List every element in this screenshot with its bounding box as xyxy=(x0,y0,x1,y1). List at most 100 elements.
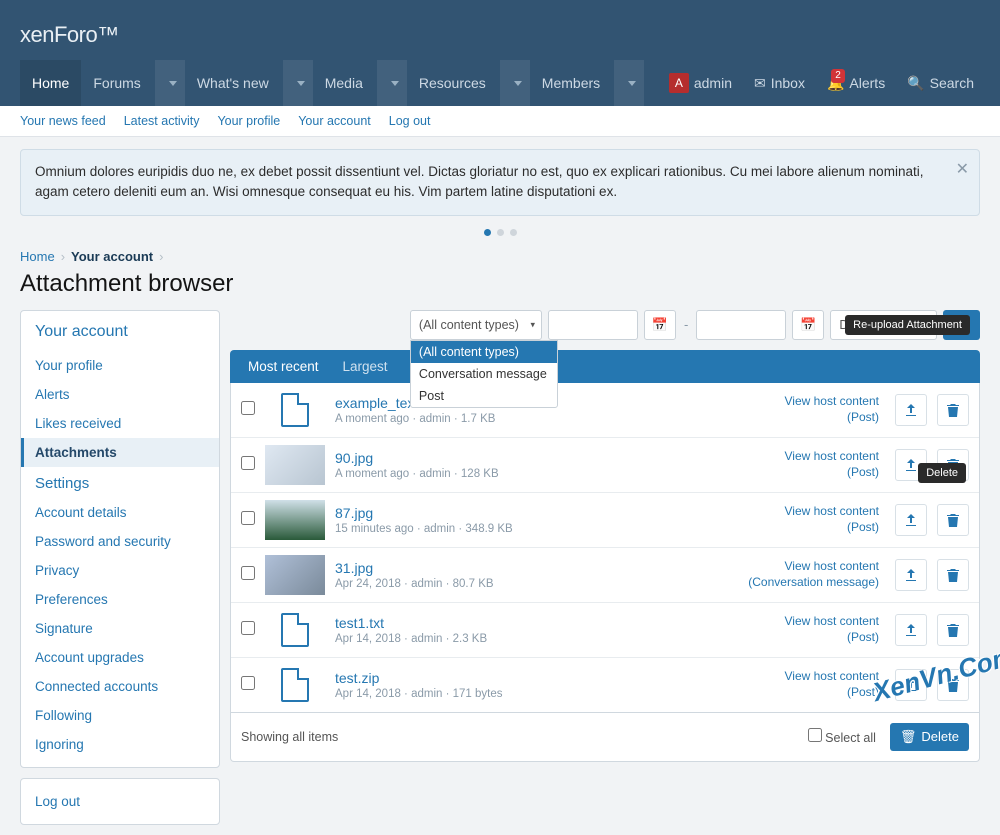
subnav-account[interactable]: Your account xyxy=(298,114,371,128)
image-thumb[interactable] xyxy=(265,445,325,485)
sidebar-ignoring[interactable]: Ignoring xyxy=(21,730,219,759)
sidebar-likes[interactable]: Likes received xyxy=(21,409,219,438)
nav-whatsnew[interactable]: What's new xyxy=(185,60,281,106)
subnav-activity[interactable]: Latest activity xyxy=(124,114,200,128)
delete-row-button[interactable] xyxy=(937,614,969,646)
file-name[interactable]: 31.jpg xyxy=(335,560,373,576)
row-checkbox[interactable] xyxy=(241,676,255,690)
nav-resources-dd[interactable] xyxy=(500,60,530,106)
sidebar-logout[interactable]: Log out xyxy=(21,787,219,816)
reupload-button[interactable] xyxy=(895,614,927,646)
view-host-link[interactable]: View host content xyxy=(784,614,879,628)
nav-whatsnew-dd[interactable] xyxy=(283,60,313,106)
sidebar-profile[interactable]: Your profile xyxy=(21,351,219,380)
nav-forums[interactable]: Forums xyxy=(81,60,152,106)
sidebar-password[interactable]: Password and security xyxy=(21,527,219,556)
nav-home[interactable]: Home xyxy=(20,60,81,106)
tooltip-reupload: Re-upload Attachment xyxy=(845,315,970,335)
view-host-link[interactable]: View host content xyxy=(784,559,879,573)
reupload-button[interactable] xyxy=(895,504,927,536)
nav-members-dd[interactable] xyxy=(614,60,644,106)
notice-text: Omnium dolores euripidis duo ne, ex debe… xyxy=(35,164,923,199)
host-context: (Conversation message) xyxy=(748,575,879,589)
file-meta: A moment ago · admin · 1.7 KB xyxy=(335,413,774,425)
file-meta: Apr 14, 2018 · admin · 2.3 KB xyxy=(335,633,774,645)
sidebar-prefs[interactable]: Preferences xyxy=(21,585,219,614)
file-icon xyxy=(281,668,309,702)
sidebar-alerts[interactable]: Alerts xyxy=(21,380,219,409)
nav-forums-dd[interactable] xyxy=(155,60,185,106)
sidebar-attachments[interactable]: Attachments xyxy=(21,438,219,467)
date-from-input[interactable] xyxy=(548,310,638,340)
tooltip-delete: Delete xyxy=(918,463,966,483)
host-context: (Post) xyxy=(847,630,879,644)
view-host-link[interactable]: View host content xyxy=(784,394,879,408)
view-host-link[interactable]: View host content xyxy=(784,449,879,463)
view-host-link[interactable]: View host content xyxy=(784,669,879,683)
notice-close-icon[interactable]: ✕ xyxy=(956,158,969,182)
row-checkbox[interactable] xyxy=(241,456,255,470)
reupload-button[interactable] xyxy=(895,559,927,591)
file-name[interactable]: test.zip xyxy=(335,670,379,686)
file-icon xyxy=(281,393,309,427)
row-checkbox[interactable] xyxy=(241,621,255,635)
file-name[interactable]: 90.jpg xyxy=(335,450,373,466)
date-to-calendar-icon[interactable]: 📅 xyxy=(792,310,824,340)
image-thumb[interactable] xyxy=(265,555,325,595)
crumb-account[interactable]: Your account xyxy=(71,249,153,264)
file-name[interactable]: test1.txt xyxy=(335,615,384,631)
crumb-home[interactable]: Home xyxy=(20,249,55,264)
nav-members[interactable]: Members xyxy=(530,60,612,106)
delete-row-button[interactable] xyxy=(937,394,969,426)
file-name[interactable]: 87.jpg xyxy=(335,505,373,521)
file-meta: Apr 14, 2018 · admin · 171 bytes xyxy=(335,688,774,700)
sidebar-signature[interactable]: Signature xyxy=(21,614,219,643)
search-link[interactable]: 🔍Search xyxy=(901,75,980,92)
sidebar-following[interactable]: Following xyxy=(21,701,219,730)
file-meta: 15 minutes ago · admin · 348.9 KB xyxy=(335,523,774,535)
select-all[interactable]: Select all xyxy=(808,728,876,745)
notice-pagination xyxy=(0,224,1000,239)
host-context: (Post) xyxy=(847,465,879,479)
user-menu[interactable]: Aadmin xyxy=(663,73,738,93)
option-all[interactable]: (All content types) xyxy=(411,341,557,363)
delete-row-button[interactable] xyxy=(937,559,969,591)
attachment-row: test.zip Apr 14, 2018 · admin · 171 bytes… xyxy=(231,658,979,713)
attachment-row: 87.jpg 15 minutes ago · admin · 348.9 KB V… xyxy=(231,493,979,548)
sidebar-privacy[interactable]: Privacy xyxy=(21,556,219,585)
logo[interactable]: xenForo™ xyxy=(20,22,119,48)
inbox-link[interactable]: ✉Inbox xyxy=(748,75,811,92)
delete-row-button[interactable] xyxy=(937,504,969,536)
image-thumb[interactable] xyxy=(265,500,325,540)
sub-nav: Your news feed Latest activity Your prof… xyxy=(0,106,1000,137)
page-title: Attachment browser xyxy=(0,270,1000,310)
sidebar-connected[interactable]: Connected accounts xyxy=(21,672,219,701)
nav-media[interactable]: Media xyxy=(313,60,375,106)
content-type-select[interactable]: (All content types)▾ xyxy=(410,310,542,340)
option-conversation[interactable]: Conversation message xyxy=(411,363,557,385)
sidebar-upgrades[interactable]: Account upgrades xyxy=(21,643,219,672)
tab-largest[interactable]: Largest xyxy=(331,350,400,383)
sidebar-account-details[interactable]: Account details xyxy=(21,498,219,527)
row-checkbox[interactable] xyxy=(241,566,255,580)
row-checkbox[interactable] xyxy=(241,401,255,415)
view-host-link[interactable]: View host content xyxy=(784,504,879,518)
alerts-link[interactable]: 🔔2Alerts xyxy=(821,75,891,92)
date-to-input[interactable] xyxy=(696,310,786,340)
subnav-profile[interactable]: Your profile xyxy=(217,114,280,128)
file-meta: A moment ago · admin · 128 KB xyxy=(335,468,774,480)
subnav-newsfeed[interactable]: Your news feed xyxy=(20,114,106,128)
avatar: A xyxy=(669,73,689,93)
tab-recent[interactable]: Most recent xyxy=(236,350,331,383)
row-checkbox[interactable] xyxy=(241,511,255,525)
date-from-calendar-icon[interactable]: 📅 xyxy=(644,310,676,340)
sidebar: Your account Your profile Alerts Likes r… xyxy=(20,310,220,835)
nav-resources[interactable]: Resources xyxy=(407,60,498,106)
attachment-row: 90.jpg A moment ago · admin · 128 KB View … xyxy=(231,438,979,493)
delete-button[interactable]: 🗑Delete xyxy=(890,723,969,751)
subnav-logout[interactable]: Log out xyxy=(389,114,431,128)
option-post[interactable]: Post xyxy=(411,385,557,407)
envelope-icon: ✉ xyxy=(754,75,766,92)
nav-media-dd[interactable] xyxy=(377,60,407,106)
reupload-button[interactable] xyxy=(895,394,927,426)
